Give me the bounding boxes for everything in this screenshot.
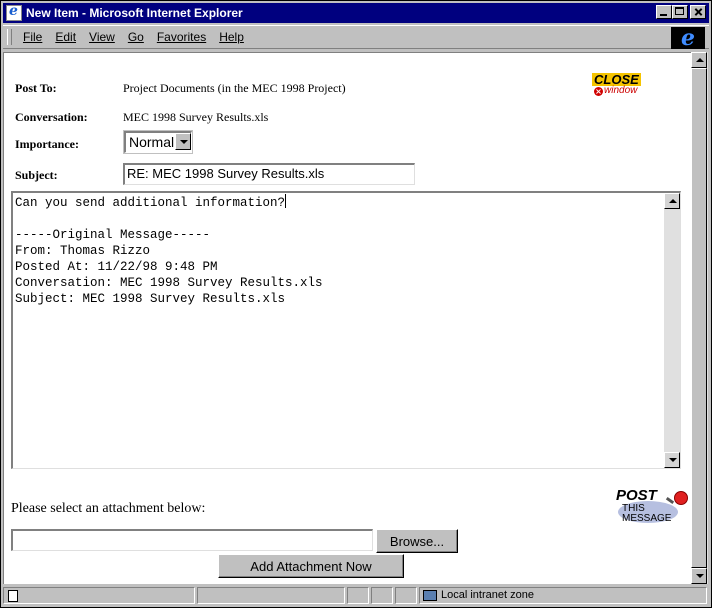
body-line-7: Subject: MEC 1998 Survey Results.xls [15,292,286,306]
post-logo-line3: MESSAGE [622,513,672,524]
subject-label: Subject: [15,168,58,182]
menu-go[interactable]: Go [128,30,144,44]
page-icon [8,590,18,602]
chevron-down-icon[interactable] [175,133,191,150]
message-body-textarea[interactable]: Can you send additional information? ---… [11,191,681,469]
minimize-button[interactable] [656,5,672,19]
attachment-prompt: Please select an attachment below: [11,501,206,516]
arrow-down-icon [696,574,704,578]
intranet-zone-icon [423,590,437,601]
status-pane-5 [395,587,417,604]
page-scroll-up-button[interactable] [691,52,707,68]
window-title: New Item - Microsoft Internet Explorer [26,6,243,20]
conversation-value: MEC 1998 Survey Results.xls [123,110,269,124]
menu-help[interactable]: Help [219,30,244,44]
toolbar-grip[interactable] [7,29,12,45]
body-line-4: From: Thomas Rizzo [15,244,151,258]
arrow-down-icon [669,458,677,462]
body-line-6: Conversation: MEC 1998 Survey Results.xl… [15,276,323,290]
textarea-scroll-up-button[interactable] [664,193,680,209]
post-message-button[interactable]: POST THIS MESSAGE [612,487,691,527]
status-pane-2 [197,587,345,604]
status-main-pane [3,587,195,604]
post-to-value: Project Documents (in the MEC 1998 Proje… [123,81,346,95]
menu-edit[interactable]: Edit [55,30,76,44]
close-x-icon: × [594,87,603,96]
message-body-text: Can you send additional information? ---… [15,194,662,307]
add-attachment-button[interactable]: Add Attachment Now [218,554,404,578]
page-scrollbar[interactable] [691,52,708,584]
post-logo-text: POST [616,487,657,504]
arrow-up-icon [696,58,704,62]
textarea-scrollbar[interactable] [664,193,680,468]
body-line-3: -----Original Message----- [15,228,211,242]
title-bar[interactable]: New Item - Microsoft Internet Explorer [3,3,709,23]
close-window-link[interactable]: CLOSE × window [592,73,644,99]
menu-bar: File Edit View Go Favorites Help e [3,25,709,49]
attachment-file-input[interactable] [11,529,373,551]
menu-view[interactable]: View [89,30,115,44]
importance-selected-value: Normal [129,134,175,150]
status-pane-4 [371,587,393,604]
page-scroll-thumb[interactable] [691,68,707,568]
status-zone-pane: Local intranet zone [419,587,707,604]
status-zone-text: Local intranet zone [441,589,534,601]
pushpin-icon [674,491,688,505]
importance-label: Importance: [15,137,79,151]
ie-logo-icon: e [671,27,705,49]
menu-favorites[interactable]: Favorites [157,30,206,44]
arrow-up-icon [669,199,677,203]
ie-page-icon [6,3,22,21]
textarea-scroll-down-button[interactable] [664,452,680,468]
subject-input[interactable]: RE: MEC 1998 Survey Results.xls [123,163,415,185]
window-controls [656,5,706,19]
page-scroll-down-button[interactable] [691,568,707,584]
body-line-1: Can you send additional information? [15,196,286,210]
body-line-5: Posted At: 11/22/98 9:48 PM [15,260,218,274]
close-window-button[interactable] [690,5,706,19]
post-to-label: Post To: [15,81,57,95]
browse-button[interactable]: Browse... [376,529,458,553]
page-content: Post To: Project Documents (in the MEC 1… [3,52,691,584]
importance-select[interactable]: Normal [123,130,193,154]
conversation-label: Conversation: [15,110,88,124]
status-bar: Local intranet zone [3,586,709,605]
close-logo-subtext: window [604,85,638,96]
status-pane-3 [347,587,369,604]
maximize-button[interactable] [672,5,688,19]
browser-window: New Item - Microsoft Internet Explorer F… [0,0,712,608]
text-caret [285,194,287,208]
menu-file[interactable]: File [23,30,42,44]
